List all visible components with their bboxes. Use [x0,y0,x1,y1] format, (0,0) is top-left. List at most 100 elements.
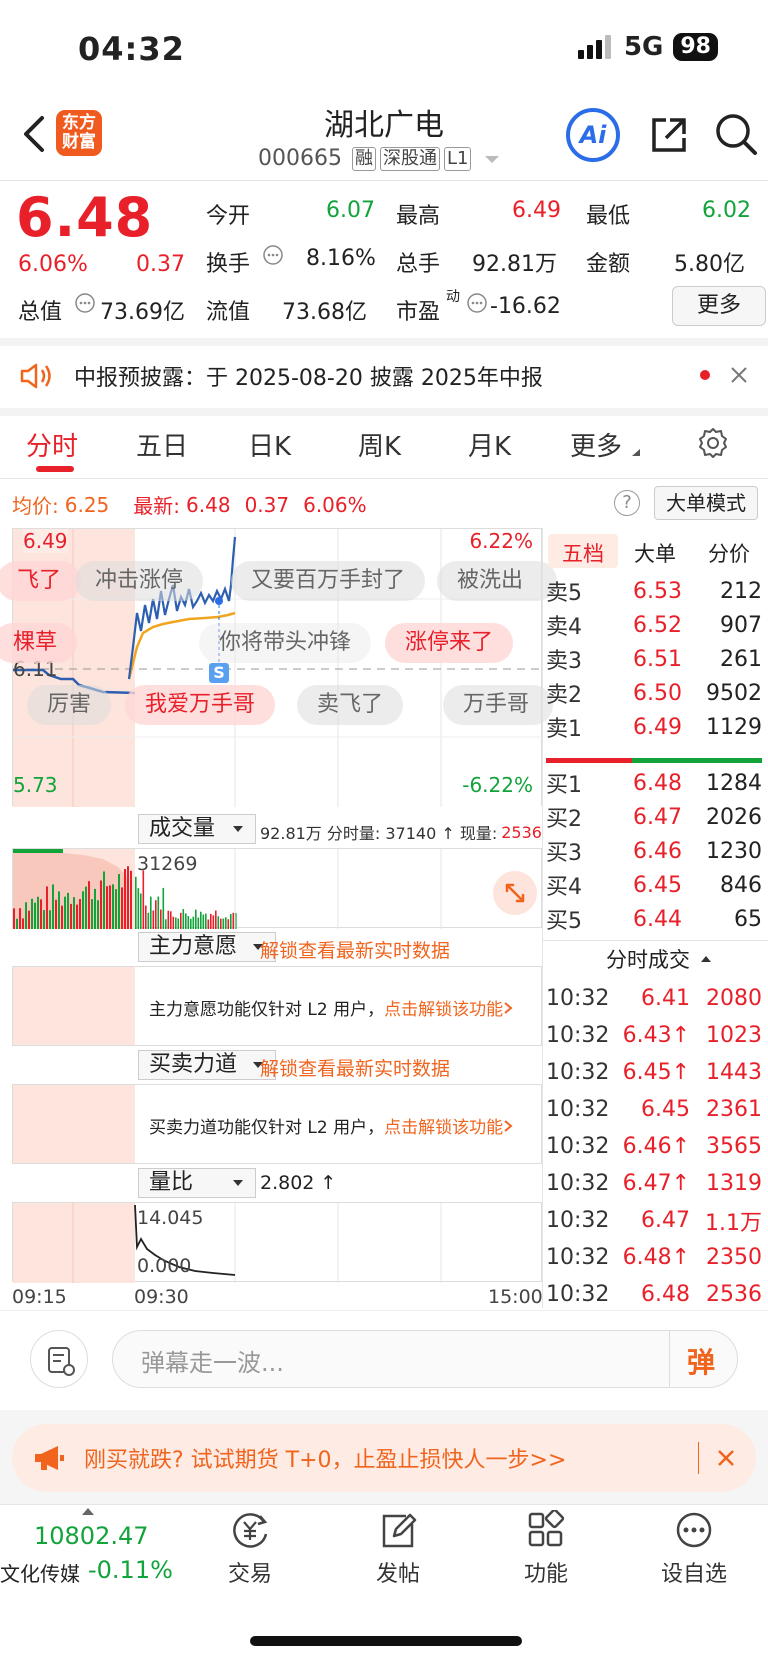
volume-indicator-select[interactable]: 成交量 [138,814,257,844]
caret-down-icon [233,1180,244,1186]
sector-index-name[interactable]: 文化传媒 [0,1558,80,1587]
intraday-chart[interactable]: 6.49 6.11 5.73 6.22% -6.22% S 飞了 冲击涨停 又要… [0,528,557,807]
ask-row[interactable]: 卖5 6.53 212 [546,574,762,608]
trade-volume: 1319 [706,1171,762,1196]
bid-row[interactable]: 买4 6.45 846 [546,868,762,902]
ask-volume: 261 [720,646,762,672]
tab-five-levels[interactable]: 五档 [562,538,604,568]
ask-volume: 1129 [706,714,762,740]
volume-bar [145,905,147,929]
close-icon[interactable] [730,366,748,384]
volume-bar [200,911,202,929]
trade-row: 10:32 6.48 2536 [546,1276,762,1313]
bid-row[interactable]: 买3 6.46 1230 [546,834,762,868]
nav-functions[interactable]: 功能 [486,1508,606,1588]
search-icon[interactable] [714,112,758,156]
volume-bar [210,913,212,929]
volume-chart[interactable]: 31269 [12,848,542,929]
volume-bar [121,887,123,929]
expand-button[interactable] [493,871,537,915]
ask-row[interactable]: 卖3 6.51 261 [546,642,762,676]
gear-icon[interactable] [696,426,730,460]
tab-price-split[interactable]: 分价 [708,538,750,568]
danmu-bubble[interactable]: 万手哥 [443,685,553,725]
volume-bar [13,908,15,929]
info-dots-icon[interactable] [262,244,284,266]
info-dots-icon[interactable] [74,292,96,314]
tab-more[interactable]: 更多 [570,426,622,463]
trades-header[interactable]: 分时成交 [606,944,712,974]
nav-trade-label: 交易 [227,1562,272,1587]
ask-row[interactable]: 卖1 6.49 1129 [546,710,762,744]
bid-row[interactable]: 买2 6.47 2026 [546,800,762,834]
bottom-nav-divider [0,1504,768,1505]
danmu-bubble[interactable]: 涨停来了 [385,623,514,663]
danmu-bubble[interactable]: 我爱万手哥 [125,685,276,725]
ask-price: 6.49 [633,714,682,740]
volume-indicator-label: 成交量 [149,816,216,841]
send-danmu-button[interactable]: 弹 [687,1341,715,1381]
share-icon[interactable] [648,114,690,156]
info-dots-icon[interactable] [466,292,488,314]
tab-weekly-k[interactable]: 周K [358,426,401,463]
low-label: 最低 [586,204,631,229]
tab-intraday[interactable]: 分时 [26,426,78,463]
main-force-message: 主力意愿功能仅针对 L2 用户， 点击解锁该功能 [149,995,513,1020]
danmu-input[interactable]: 弹幕走一波... 弹 [112,1330,738,1388]
buy-sell-panel[interactable]: 买卖力道功能仅针对 L2 用户， 点击解锁该功能 [12,1084,542,1164]
ask-row[interactable]: 卖4 6.52 907 [546,608,762,642]
volume-bar [180,912,182,929]
main-force-select[interactable]: 主力意愿 [138,932,277,962]
notice-text: 中报预披露：于 2025-08-20 披露 2025年中报 [74,366,543,391]
volume-bar [76,904,78,929]
more-quote-button[interactable]: 更多 [672,286,766,326]
nav-post[interactable]: 发帖 [338,1510,458,1588]
buy-sell-unlock-link[interactable]: 解锁查看最新实时数据 [260,1054,450,1081]
main-force-panel[interactable]: 主力意愿功能仅针对 L2 用户， 点击解锁该功能 [12,966,542,1046]
tab-big-orders[interactable]: 大单 [634,538,676,568]
help-icon[interactable]: ? [614,490,640,516]
danmu-bubble[interactable]: 厉害 [27,685,112,725]
danmu-bubble[interactable]: 被洗出 [437,561,557,601]
tab-five-day[interactable]: 五日 [136,426,188,463]
notice-bar[interactable]: 中报预披露：于 2025-08-20 披露 2025年中报 [0,344,768,408]
comment-list-button[interactable] [30,1330,88,1388]
danmu-bubble[interactable]: 卖飞了 [297,685,404,725]
trade-time: 10:32 [546,1134,610,1159]
volume-bar [34,902,36,929]
ai-button[interactable]: Ai [566,108,620,162]
promo-banner[interactable]: 刚买就跌? 试试期货 T+0，止盈止损快人一步>> [12,1424,756,1492]
main-force-unlock-button[interactable]: 点击解锁该功能 [384,995,503,1020]
stock-code-line[interactable]: 000665 融 深股通 L1 [258,146,503,171]
danmu-bubble[interactable]: 冲击涨停 [75,561,204,601]
y-axis-bottom: 5.73 [13,773,58,797]
buy-sell-select[interactable]: 买卖力道 [138,1050,277,1080]
danmu-bubble[interactable]: 飞了 [0,561,82,601]
buy-sell-unlock-button[interactable]: 点击解锁该功能 [384,1113,503,1138]
sector-index-value[interactable]: 10802.47 [34,1522,149,1550]
volume-bar [106,886,108,929]
big-order-mode-button[interactable]: 大单模式 [654,486,758,520]
volume-bar [220,918,222,929]
nav-add-watchlist[interactable]: 设自选 [634,1510,754,1588]
bid-row[interactable]: 买1 6.48 1284 [546,766,762,800]
volume-bar [140,893,142,929]
trade-time: 10:32 [546,1097,610,1122]
promo-divider [698,1442,699,1474]
volume-ratio-select[interactable]: 量比 [138,1168,257,1198]
close-icon[interactable] [716,1448,736,1468]
ask-row[interactable]: 卖2 6.50 9502 [546,676,762,710]
danmu-bubble[interactable]: 棵草 [0,623,78,663]
ratio-bottom-label: 0.000 [137,1255,192,1277]
danmu-bubble[interactable]: 你将带头冲锋 [199,623,372,663]
tag-margin: 融 [351,146,376,171]
volume-bar [175,917,177,929]
tab-monthly-k[interactable]: 月K [468,426,511,463]
nav-trade[interactable]: 交易 [190,1510,310,1588]
bid-row[interactable]: 买5 6.44 65 [546,902,762,936]
danmu-bubble[interactable]: 又要百万手封了 [231,561,426,601]
volume-ratio-chart[interactable]: 14.045 0.000 [12,1202,542,1283]
volume-bar [172,916,175,929]
main-force-unlock-link[interactable]: 解锁查看最新实时数据 [260,936,450,963]
tab-daily-k[interactable]: 日K [248,426,291,463]
